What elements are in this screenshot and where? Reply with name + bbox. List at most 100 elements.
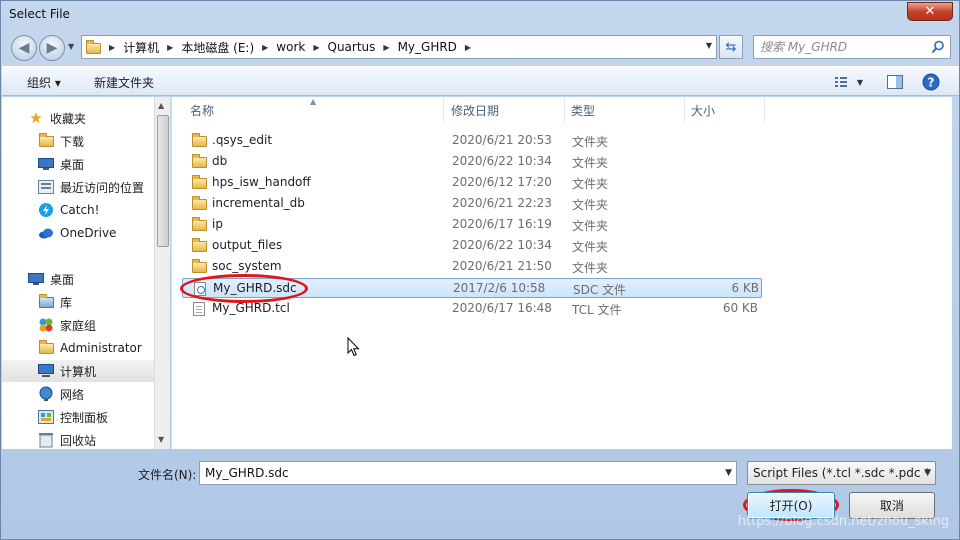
tcl-file-icon xyxy=(193,302,205,316)
nav-item-network[interactable]: 网络 xyxy=(2,383,154,405)
nav-item-homegroup[interactable]: 家庭组 xyxy=(2,314,154,336)
scroll-down-icon[interactable]: ▼ xyxy=(158,435,164,444)
refresh-button[interactable]: ⇆ xyxy=(719,35,743,59)
search-icon[interactable] xyxy=(931,40,945,54)
navigation-pane[interactable]: ★ 收藏夹 下载 桌面 最近访问的位置 Catch! OneDrive 桌面 库… xyxy=(2,97,154,449)
nav-item-control-panel[interactable]: 控制面板 xyxy=(2,406,154,428)
nav-item-libraries[interactable]: 库 xyxy=(2,291,154,313)
file-type: 文件夹 xyxy=(572,177,609,191)
view-options-button[interactable] xyxy=(828,73,854,91)
column-header-modified[interactable]: 修改日期 xyxy=(445,97,565,123)
select-file-dialog: Select File ✕ ◀ ▶ ▼ ▶ 计算机 ▶ 本地磁盘 (E:) ▶ … xyxy=(0,0,960,540)
file-row[interactable]: .qsys_edit 2020/6/21 20:53 文件夹 xyxy=(182,131,762,151)
nav-item-label: Administrator xyxy=(60,341,142,355)
recent-places-icon xyxy=(38,179,54,195)
file-modified: 2020/6/21 20:53 xyxy=(452,133,552,147)
nav-item-label: 计算机 xyxy=(60,364,97,379)
desktop-icon xyxy=(38,156,54,172)
chevron-right-icon[interactable]: ▶ xyxy=(465,43,471,52)
close-button[interactable]: ✕ xyxy=(907,2,953,21)
filename-combobox[interactable]: ▼ xyxy=(199,461,737,485)
nav-item-recent-places[interactable]: 最近访问的位置 xyxy=(2,176,154,198)
file-type: TCL 文件 xyxy=(572,303,622,317)
filename-input[interactable] xyxy=(205,466,705,480)
nav-item-administrator[interactable]: Administrator xyxy=(2,337,154,359)
view-list-icon xyxy=(835,77,847,87)
back-button[interactable]: ◀ xyxy=(11,35,37,61)
help-button[interactable]: ? xyxy=(920,73,942,91)
address-bar[interactable]: ▶ 计算机 ▶ 本地磁盘 (E:) ▶ work ▶ Quartus ▶ My_… xyxy=(81,35,717,59)
file-size: 60 KB xyxy=(722,301,758,315)
file-name: ip xyxy=(212,217,223,231)
file-row[interactable]: output_files 2020/6/22 10:34 文件夹 xyxy=(182,236,762,256)
nav-item-label: OneDrive xyxy=(60,226,117,240)
chevron-right-icon[interactable]: ▶ xyxy=(109,43,115,52)
back-arrow-icon: ◀ xyxy=(18,40,30,56)
navigation-scrollbar[interactable]: ▲ ▼ xyxy=(154,97,170,449)
file-modified: 2020/6/17 16:48 xyxy=(452,301,552,315)
nav-item-label: 家庭组 xyxy=(60,318,97,333)
nav-desktop-root[interactable]: 桌面 xyxy=(2,268,154,290)
nav-favorites-label: 收藏夹 xyxy=(50,111,87,126)
star-icon: ★ xyxy=(29,109,43,127)
desktop-icon xyxy=(28,271,44,287)
file-type: 文件夹 xyxy=(572,135,609,149)
address-history-dropdown-icon[interactable]: ▼ xyxy=(706,41,712,50)
network-icon xyxy=(38,386,54,402)
file-type: 文件夹 xyxy=(572,198,609,212)
nav-favorites[interactable]: ★ 收藏夹 xyxy=(2,107,154,129)
scroll-up-icon[interactable]: ▲ xyxy=(158,101,164,110)
nav-item-recycle-bin[interactable]: 回收站 xyxy=(2,429,154,449)
search-box[interactable] xyxy=(753,35,951,59)
nav-item-catch[interactable]: Catch! xyxy=(2,199,154,221)
nav-item-label: 库 xyxy=(60,295,73,310)
address-row: ◀ ▶ ▼ ▶ 计算机 ▶ 本地磁盘 (E:) ▶ work ▶ Quartus… xyxy=(1,31,959,63)
file-modified: 2020/6/22 10:34 xyxy=(452,238,552,252)
column-header-type[interactable]: 类型 xyxy=(565,97,685,123)
file-type: 文件夹 xyxy=(572,261,609,275)
column-header-size[interactable]: 大小 xyxy=(685,97,765,123)
scroll-thumb[interactable] xyxy=(157,115,169,247)
organize-button[interactable]: 组织 ▾ xyxy=(27,74,61,91)
file-row[interactable]: db 2020/6/22 10:34 文件夹 xyxy=(182,152,762,172)
file-modified: 2020/6/22 10:34 xyxy=(452,154,552,168)
breadcrumb-quartus[interactable]: Quartus xyxy=(328,40,376,54)
preview-pane-button[interactable] xyxy=(884,73,906,91)
file-type-filter-select[interactable]: Script Files (*.tcl *.sdc *.pdc * ▼ xyxy=(747,461,936,485)
library-icon xyxy=(38,293,54,310)
file-row[interactable]: My_GHRD.tcl 2020/6/17 16:48 TCL 文件 60 KB xyxy=(182,299,762,319)
title-bar[interactable]: Select File ✕ xyxy=(1,1,959,29)
command-toolbar: 组织 ▾ 新建文件夹 ▼ ? xyxy=(2,66,959,96)
file-type: 文件夹 xyxy=(572,219,609,233)
nav-item-label: Catch! xyxy=(60,203,100,217)
file-name: incremental_db xyxy=(212,196,305,210)
view-dropdown-icon[interactable]: ▼ xyxy=(854,73,866,91)
file-modified: 2020/6/12 17:20 xyxy=(452,175,552,189)
column-name-label: 名称 xyxy=(190,103,215,118)
search-input[interactable] xyxy=(760,40,930,54)
filter-dropdown-icon[interactable]: ▼ xyxy=(924,468,931,478)
file-row[interactable]: hps_isw_handoff 2020/6/12 17:20 文件夹 xyxy=(182,173,762,193)
file-row[interactable]: ip 2020/6/17 16:19 文件夹 xyxy=(182,215,762,235)
chevron-right-icon[interactable]: ▶ xyxy=(313,43,319,52)
chevron-right-icon[interactable]: ▶ xyxy=(167,43,173,52)
nav-item-computer[interactable]: 计算机 xyxy=(2,360,154,382)
refresh-icon: ⇆ xyxy=(725,39,737,55)
nav-item-onedrive[interactable]: OneDrive xyxy=(2,222,154,244)
chevron-right-icon[interactable]: ▶ xyxy=(383,43,389,52)
new-folder-button[interactable]: 新建文件夹 xyxy=(94,74,154,91)
nav-item-desktop-fav[interactable]: 桌面 xyxy=(2,153,154,175)
file-row[interactable]: incremental_db 2020/6/21 22:23 文件夹 xyxy=(182,194,762,214)
folder-icon xyxy=(192,238,207,252)
breadcrumb-drive-e[interactable]: 本地磁盘 (E:) xyxy=(181,39,254,56)
chevron-right-icon[interactable]: ▶ xyxy=(262,43,268,52)
filename-dropdown-icon[interactable]: ▼ xyxy=(725,468,732,478)
breadcrumb-work[interactable]: work xyxy=(276,40,305,54)
breadcrumb-my-ghrd[interactable]: My_GHRD xyxy=(398,40,457,54)
forward-button[interactable]: ▶ xyxy=(39,35,65,61)
recent-pages-dropdown-icon[interactable]: ▼ xyxy=(68,42,78,51)
file-row[interactable]: soc_system 2020/6/21 21:50 文件夹 xyxy=(182,257,762,277)
breadcrumb-computer[interactable]: 计算机 xyxy=(123,39,159,56)
nav-item-downloads[interactable]: 下载 xyxy=(2,130,154,152)
file-list-pane[interactable]: 名称 ▲ 修改日期 类型 大小 .qsys_edit 2020/6/21 20:5… xyxy=(171,97,952,449)
